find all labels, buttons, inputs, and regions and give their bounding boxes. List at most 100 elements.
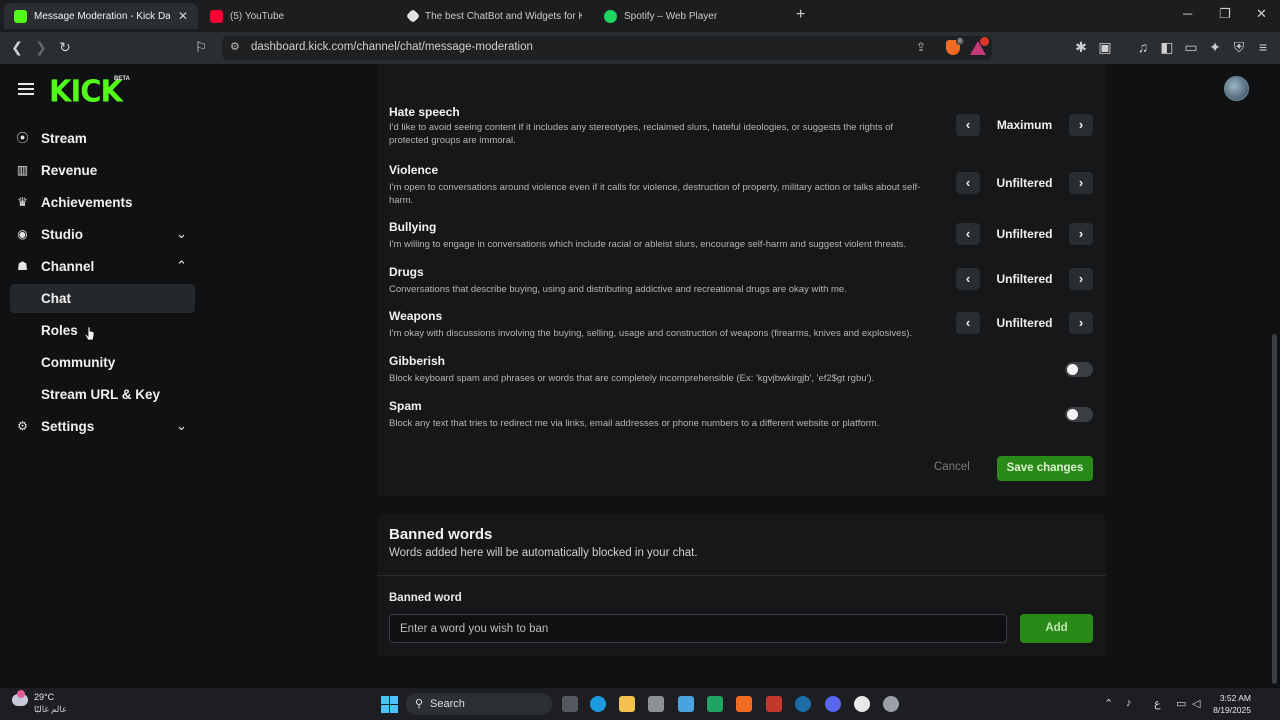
windows-start-icon[interactable] [381, 696, 398, 713]
maximize-icon[interactable]: ❐ [1219, 6, 1231, 22]
file-explorer-icon[interactable] [619, 696, 635, 712]
toggle-knob [1067, 409, 1078, 420]
increase-level-button[interactable]: › [1069, 312, 1093, 334]
keyboard-language[interactable]: ع [1154, 697, 1161, 710]
media-icon[interactable]: ♫ [1134, 39, 1152, 55]
close-tab-icon[interactable]: ✕ [178, 9, 188, 23]
back-icon[interactable]: ❮ [8, 39, 26, 56]
app-green-icon[interactable] [707, 696, 723, 712]
decrease-level-button[interactable]: ‹ [956, 223, 980, 245]
weather-description[interactable]: عالم غالبًا [34, 704, 67, 715]
site-info-icon[interactable]: ⚙ [230, 40, 240, 53]
tray-overflow-icon[interactable]: ⌃ [1104, 697, 1113, 710]
steam-icon[interactable] [795, 696, 811, 712]
tab-kick-dashboard[interactable]: Message Moderation - Kick Dash ✕ [4, 3, 198, 29]
weapons-level-stepper: ‹ Unfiltered › [956, 312, 1093, 334]
minimize-icon[interactable]: ─ [1183, 6, 1192, 21]
tab-youtube[interactable]: (5) YouTube [200, 3, 396, 29]
sidebar-item-stream[interactable]: ⦿ Stream [10, 124, 195, 153]
weather-icon[interactable] [12, 690, 28, 706]
sidebar-item-label: Achievements [41, 195, 133, 210]
network-icon[interactable]: ▭ [1176, 697, 1186, 710]
category-description: I'd like to avoid seeing content if it i… [389, 122, 894, 146]
banned-word-input[interactable] [389, 614, 1007, 643]
studio-icon: ◉ [17, 227, 28, 241]
clock-time: 3:52 AM [1219, 693, 1251, 703]
bookmark-icon[interactable]: ⚐ [192, 39, 210, 56]
user-avatar[interactable] [1224, 76, 1249, 101]
add-banned-word-button[interactable]: Add [1020, 614, 1093, 643]
edge-icon[interactable] [590, 696, 606, 712]
wallet-icon[interactable]: ▭ [1182, 39, 1200, 56]
reload-icon[interactable]: ↻ [56, 39, 74, 56]
page-scrollbar[interactable] [1272, 334, 1277, 684]
discord-icon[interactable] [825, 696, 841, 712]
sidebar-item-revenue[interactable]: ▥ Revenue [10, 156, 195, 185]
chevron-up-icon[interactable]: ⌃ [176, 258, 187, 274]
kick-logo[interactable]: KICK [49, 73, 123, 109]
hamburger-menu-icon[interactable] [18, 83, 34, 95]
decrease-level-button[interactable]: ‹ [956, 268, 980, 290]
decrease-level-button[interactable]: ‹ [956, 172, 980, 194]
forward-icon[interactable]: ❯ [32, 39, 50, 56]
increase-level-button[interactable]: › [1069, 172, 1093, 194]
sidebar-item-chat[interactable]: Chat [10, 284, 195, 313]
extensions-icon[interactable]: ✱ [1072, 39, 1090, 56]
sidebar-item-studio[interactable]: ◉ Studio ⌄ [10, 220, 195, 249]
close-window-icon[interactable]: ✕ [1256, 6, 1267, 22]
brave-shields-count: 8 [956, 38, 964, 45]
address-bar[interactable]: ⚙ dashboard.kick.com/channel/chat/messag… [222, 36, 992, 60]
menu-icon[interactable]: ≡ [1254, 39, 1272, 55]
increase-level-button[interactable]: › [1069, 223, 1093, 245]
volume-icon[interactable]: ◁ [1192, 697, 1200, 710]
vpn-icon[interactable]: ⛨ [1230, 39, 1248, 56]
tab-chatbot[interactable]: The best ChatBot and Widgets for Kic [398, 3, 592, 29]
github-icon[interactable] [854, 696, 870, 712]
sidebar-toggle-icon[interactable]: ◧ [1158, 39, 1176, 56]
brave-taskbar-icon[interactable] [736, 696, 752, 712]
category-violence: Violence I'm open to conversations aroun… [389, 163, 929, 207]
sidebar-item-label: Stream URL & Key [41, 387, 161, 402]
decrease-level-button[interactable]: ‹ [956, 312, 980, 334]
moderation-settings-panel: Hate speech I'd like to avoid seeing con… [377, 64, 1106, 496]
taskbar-search[interactable]: ⚲ Search [406, 693, 552, 715]
browser-toolbar: ❮ ❯ ↻ ⚐ ⚙ dashboard.kick.com/channel/cha… [0, 32, 1280, 64]
decrease-level-button[interactable]: ‹ [956, 114, 980, 136]
app-red-icon[interactable] [766, 696, 782, 712]
task-view-icon[interactable] [562, 696, 578, 712]
chevron-down-icon[interactable]: ⌄ [176, 418, 187, 434]
section-divider [377, 575, 1106, 576]
app-hexagon-icon[interactable] [648, 696, 664, 712]
leo-ai-icon[interactable]: ✦ [1206, 39, 1224, 56]
increase-level-button[interactable]: › [1069, 114, 1093, 136]
app-window-icon[interactable] [678, 696, 694, 712]
sidebar-item-channel[interactable]: ☗ Channel ⌃ [10, 252, 195, 281]
weather-temperature[interactable]: 29°C [34, 692, 54, 702]
sidebar-item-roles[interactable]: Roles [10, 316, 195, 345]
spam-toggle[interactable] [1065, 407, 1093, 422]
sidebar-item-achievements[interactable]: ♛ Achievements [10, 188, 195, 217]
tab-title: The best ChatBot and Widgets for Kic [425, 10, 582, 22]
tab-title: Message Moderation - Kick Dash [34, 10, 170, 22]
sidebar-item-community[interactable]: Community [10, 348, 195, 377]
mouse-cursor-icon [85, 326, 95, 341]
increase-level-button[interactable]: › [1069, 268, 1093, 290]
category-title: Gibberish [389, 354, 446, 368]
gibberish-toggle[interactable] [1065, 362, 1093, 377]
microphone-icon[interactable]: ♪ [1126, 697, 1132, 709]
section-title: Banned words [389, 526, 493, 543]
tab-spotify[interactable]: Spotify – Web Player [594, 3, 788, 29]
tab-search-icon[interactable]: ▣ [1096, 39, 1114, 56]
share-icon[interactable]: ⇪ [916, 40, 926, 54]
hate-speech-level-stepper: ‹ Maximum › [956, 114, 1093, 136]
category-spam: Spam Block any text that tries to redire… [389, 399, 929, 430]
spotify-favicon-icon [604, 9, 617, 23]
save-changes-button[interactable]: Save changes [997, 456, 1093, 481]
new-tab-icon[interactable]: + [796, 6, 805, 24]
chevron-down-icon[interactable]: ⌄ [176, 226, 187, 242]
settings-icon[interactable] [883, 696, 899, 712]
sidebar-item-stream-url-key[interactable]: Stream URL & Key [10, 380, 195, 409]
cancel-button[interactable]: Cancel [934, 461, 970, 473]
sidebar-item-settings[interactable]: ⚙ Settings ⌄ [10, 412, 195, 441]
taskbar-clock[interactable]: 3:52 AM 8/19/2025 [1213, 692, 1251, 716]
